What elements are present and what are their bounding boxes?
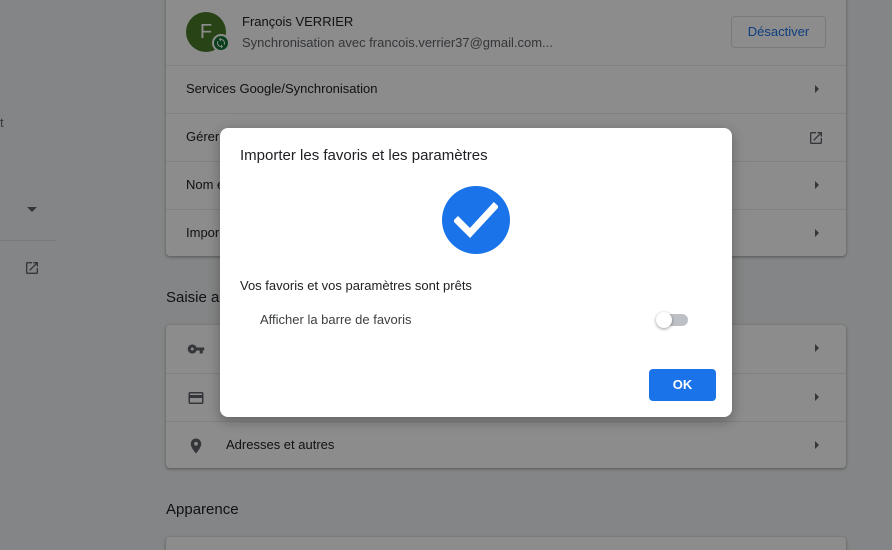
show-bookmarks-bar-label: Afficher la barre de favoris xyxy=(260,312,412,327)
check-circle-icon xyxy=(442,186,510,254)
show-bookmarks-bar-toggle[interactable] xyxy=(656,312,690,328)
ok-button[interactable]: OK xyxy=(649,369,716,401)
checkmark-icon xyxy=(454,202,498,239)
toggle-knob xyxy=(656,312,672,328)
dialog-title: Importer les favoris et les paramètres xyxy=(240,147,488,164)
dialog-message: Vos favoris et vos paramètres sont prêts xyxy=(240,278,472,293)
settings-page: t F François VERRIER Synchronisation ave… xyxy=(0,0,892,550)
import-dialog: Importer les favoris et les paramètres V… xyxy=(220,128,732,417)
